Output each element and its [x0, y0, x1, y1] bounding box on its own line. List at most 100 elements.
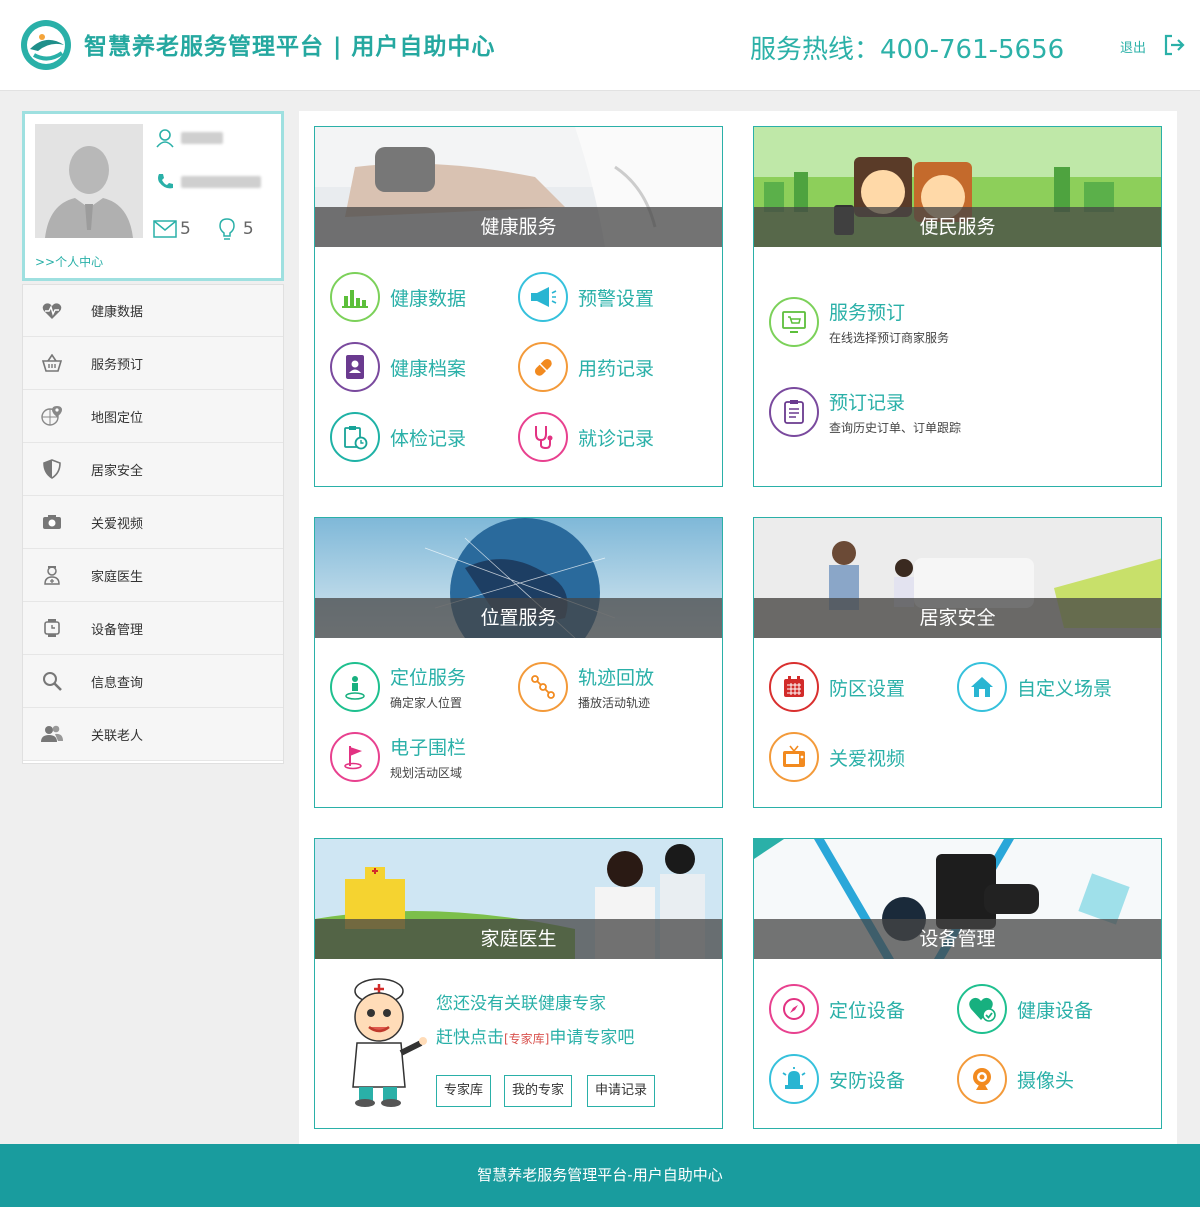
sidebar-item-label: 地图定位	[91, 410, 144, 426]
shield-icon	[41, 458, 63, 480]
service-label: 安防设备	[829, 1069, 906, 1092]
service-label: 就诊记录	[578, 427, 655, 450]
lightbulb-icon[interactable]	[219, 218, 235, 240]
brand-title: 智慧养老服务管理平台 | 用户自助中心	[84, 34, 496, 60]
card-device-management: 设备管理 定位设备 健康设备 安防设备 摄像头	[753, 838, 1162, 1129]
health-data-item[interactable]: 健康数据	[330, 272, 466, 322]
card-title: 家庭医生	[315, 919, 722, 959]
service-label: 防区设置	[829, 677, 906, 700]
person-silhouette-icon	[35, 124, 143, 238]
service-label: 健康数据	[390, 287, 467, 310]
medication-record-item[interactable]: 用药记录	[518, 342, 654, 392]
home-safety-banner: 居家安全	[754, 518, 1161, 638]
custom-scene-item[interactable]: 自定义场景	[957, 662, 1112, 712]
service-text: 电子围栏规划活动区域	[390, 733, 466, 781]
sidebar-item-label: 家庭医生	[91, 569, 144, 585]
service-text: 预订记录查询历史订单、订单跟踪	[829, 388, 961, 436]
sidebar-item-device-management[interactable]: 设备管理	[23, 602, 283, 655]
no-expert-message: 您还没有关联健康专家	[436, 994, 606, 1014]
service-description: 确定家人位置	[390, 696, 463, 710]
my-expert-button[interactable]: 我的专家	[504, 1075, 573, 1107]
service-description: 查询历史订单、订单跟踪	[829, 421, 962, 435]
personal-center-link[interactable]: >>个人中心	[35, 253, 103, 270]
application-record-button[interactable]: 申请记录	[587, 1075, 656, 1107]
header: 智慧养老服务管理平台 | 用户自助中心 服务热线：400-761-5656 退出	[0, 0, 1200, 91]
card-convenience-services: 便民服务 服务预订 在线选择预订商家服务 预订记录 查询历史订单、订单跟踪	[753, 126, 1162, 487]
person-pin-icon	[330, 662, 380, 712]
bar-chart-icon	[330, 272, 380, 322]
service-label: 健康设备	[1017, 999, 1094, 1022]
booking-record-item[interactable]: 预订记录查询历史订单、订单跟踪	[769, 387, 961, 437]
service-label: 电子围栏	[390, 737, 467, 759]
sidebar-item-service-booking[interactable]: 服务预订	[23, 337, 283, 390]
sidebar-item-family-doctor[interactable]: 家庭医生	[23, 549, 283, 602]
apply-suffix: 申请专家吧	[549, 1028, 635, 1048]
health-device-item[interactable]: 健康设备	[957, 984, 1093, 1034]
globe-pin-icon	[41, 405, 63, 427]
card-location-services: 位置服务 定位服务确定家人位置 轨迹回放 播放活动轨迹 电子围栏规划活动区域	[314, 517, 723, 808]
service-label: 用药记录	[578, 357, 655, 380]
doctor-icon	[41, 564, 63, 586]
shopping-cart-screen-icon	[769, 297, 819, 347]
flag-icon	[330, 732, 380, 782]
service-text: 服务预订 在线选择预订商家服务	[829, 298, 949, 346]
message-count[interactable]: 5	[180, 219, 191, 239]
sidebar-item-label: 关爱视频	[91, 516, 144, 532]
phone-row	[155, 172, 261, 192]
service-label: 体检记录	[390, 427, 467, 450]
sidebar-item-linked-elders[interactable]: 关联老人	[23, 708, 283, 761]
camera-device-item[interactable]: 摄像头	[957, 1054, 1074, 1104]
track-playback-item[interactable]: 轨迹回放 播放活动轨迹	[518, 662, 654, 712]
card-title: 设备管理	[754, 919, 1161, 959]
positioning-service-item[interactable]: 定位服务确定家人位置	[330, 662, 466, 712]
alert-settings-item[interactable]: 预警设置	[518, 272, 654, 322]
mail-icon[interactable]	[153, 219, 177, 239]
sidebar-item-label: 健康数据	[91, 305, 144, 320]
service-text: 定位服务确定家人位置	[390, 663, 466, 711]
service-label: 关爱视频	[829, 747, 906, 770]
security-device-item[interactable]: 安防设备	[769, 1054, 905, 1104]
location-banner: 位置服务	[315, 518, 722, 638]
avatar	[35, 124, 143, 238]
sidebar-item-label: 信息查询	[91, 675, 144, 691]
magnifier-icon	[41, 670, 63, 692]
service-hotline: 服务热线：400-761-5656	[750, 35, 1065, 65]
service-label: 轨迹回放	[578, 667, 655, 689]
megaphone-icon	[518, 272, 568, 322]
family-doctor-banner: 家庭医生	[315, 839, 722, 959]
sidebar-item-care-video[interactable]: 关爱视频	[23, 496, 283, 549]
service-label: 预订记录	[829, 392, 906, 414]
sidebar-item-map-location[interactable]: 地图定位	[23, 390, 283, 443]
zone-settings-item[interactable]: 防区设置	[769, 662, 905, 712]
service-description: 在线选择预订商家服务	[829, 331, 950, 345]
visit-record-item[interactable]: 就诊记录	[518, 412, 654, 462]
service-label: 预警设置	[578, 287, 655, 310]
service-description: 规划活动区域	[390, 766, 463, 780]
checkup-record-item[interactable]: 体检记录	[330, 412, 466, 462]
card-title: 健康服务	[315, 207, 722, 247]
sidebar-item-health-data[interactable]: 健康数据	[23, 285, 283, 337]
care-video-item[interactable]: 关爱视频	[769, 732, 905, 782]
health-record-item[interactable]: 健康档案	[330, 342, 466, 392]
expert-library-link[interactable]: [专家库]	[504, 1032, 549, 1046]
sidebar-item-label: 居家安全	[91, 463, 144, 479]
phone-icon	[158, 174, 173, 189]
sidebar-menu: 健康数据 服务预订 地图定位 居家安全 关爱视频 家庭医生 设备管理 信息查询 …	[22, 284, 284, 764]
logout-icon[interactable]	[1162, 33, 1186, 57]
logout-link[interactable]: 退出	[1120, 37, 1146, 56]
geofence-item[interactable]: 电子围栏规划活动区域	[330, 732, 466, 782]
phone-blurred	[181, 176, 261, 188]
service-booking-item[interactable]: 服务预订 在线选择预订商家服务	[769, 297, 949, 347]
sidebar-item-home-safety[interactable]: 居家安全	[23, 443, 283, 496]
clipboard-clock-icon	[330, 412, 380, 462]
alert-count[interactable]: 5	[243, 219, 254, 239]
device-banner: 设备管理	[754, 839, 1161, 959]
service-label: 健康档案	[390, 357, 467, 380]
positioning-device-item[interactable]: 定位设备	[769, 984, 905, 1034]
house-icon	[957, 662, 1007, 712]
sidebar-item-info-query[interactable]: 信息查询	[23, 655, 283, 708]
expert-library-button[interactable]: 专家库	[436, 1075, 492, 1107]
apply-expert-message: 赶快点击[专家库]申请专家吧	[436, 1023, 634, 1048]
service-label: 定位服务	[390, 667, 467, 689]
service-text: 轨迹回放 播放活动轨迹	[578, 663, 654, 711]
